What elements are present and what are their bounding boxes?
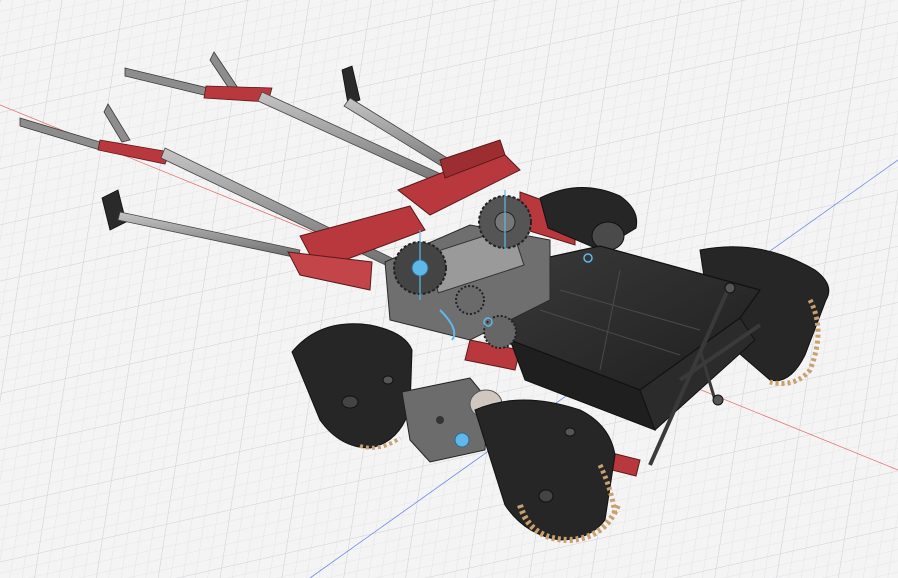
gear-small xyxy=(483,315,517,349)
3d-viewport[interactable] xyxy=(0,0,898,578)
model-canvas[interactable] xyxy=(0,0,898,578)
